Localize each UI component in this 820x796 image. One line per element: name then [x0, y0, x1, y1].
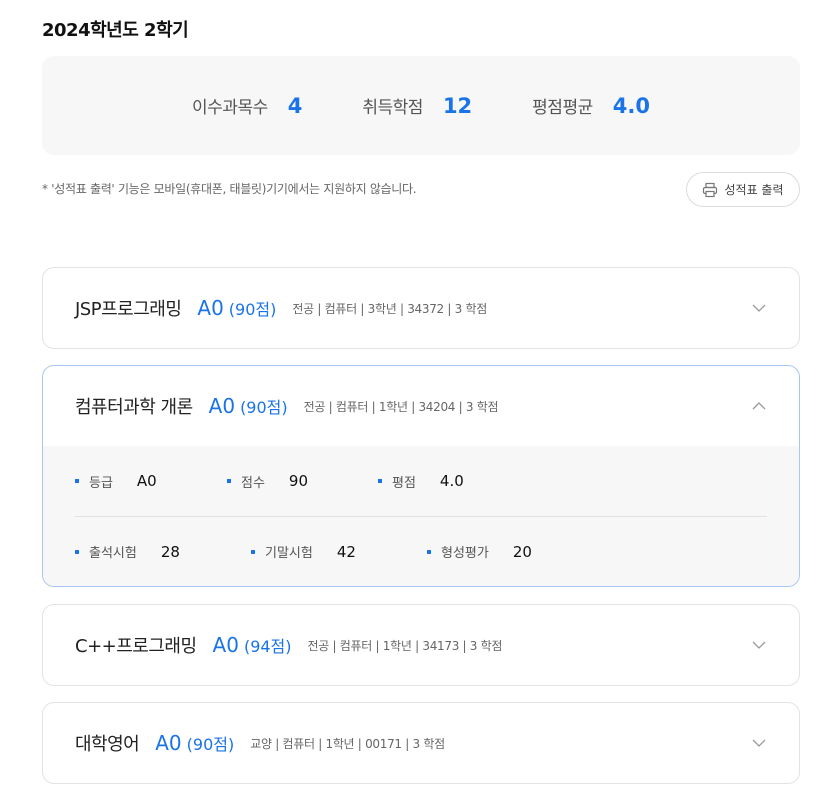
detail-label: 점수 [241, 475, 265, 491]
detail-value: 4.0 [439, 472, 464, 490]
course-meta: 전공 | 컴퓨터 | 1학년 | 34173 | 3 학점 [307, 638, 503, 653]
bullet-icon [251, 549, 255, 554]
bullet-icon [378, 479, 382, 483]
print-transcript-button[interactable]: 성적표 출력 [686, 172, 800, 207]
course-score: (90점) [240, 398, 288, 417]
course-name: 컴퓨터과학 개론 [75, 397, 193, 418]
course-grade: A0 [197, 296, 224, 320]
course-name: 대학영어 [75, 734, 140, 755]
bullet-icon [75, 549, 79, 554]
detail-value: 20 [512, 542, 532, 561]
course-name: C++프로그래밍 [75, 636, 197, 657]
course-meta: 전공 | 컴퓨터 | 1학년 | 34204 | 3 학점 [303, 399, 499, 414]
detail-row: 등급 A0 점수 90 평점 4.0 [75, 446, 767, 516]
detail-label: 등급 [89, 475, 113, 491]
detail-row: 출석시험 28 기말시험 42 형성평가 20 [75, 516, 767, 586]
bullet-icon [227, 479, 231, 483]
summary-panel: 이수과목수 4 취득학점 12 평점평균 4.0 [42, 56, 800, 155]
print-button-label: 성적표 출력 [724, 183, 784, 197]
detail-item-gpa: 평점 4.0 [378, 472, 464, 491]
chevron-down-icon[interactable] [751, 300, 767, 316]
detail-item-final-exam: 기말시험 42 [251, 542, 427, 561]
detail-item-score: 점수 90 [227, 472, 378, 491]
stat-value: 4 [287, 94, 303, 118]
stat-label: 이수과목수 [192, 98, 268, 118]
course-grade: A0 [155, 731, 182, 755]
detail-item-formative-assessment: 형성평가 20 [427, 542, 532, 561]
course-score: (90점) [228, 300, 277, 319]
mobile-notice: * '성적표 출력' 기능은 모바일(휴대폰, 태블릿)기기에서는 지원하지 않… [42, 182, 417, 196]
bullet-icon [427, 549, 431, 554]
course-card: 대학영어 A0 (90점) 교양 | 컴퓨터 | 1학년 | 00171 | 3… [42, 702, 800, 784]
stat-credits: 취득학점 12 [362, 93, 472, 118]
detail-label: 형성평가 [441, 546, 489, 561]
detail-value: 90 [288, 472, 309, 490]
course-card-header[interactable]: 대학영어 A0 (90점) 교양 | 컴퓨터 | 1학년 | 00171 | 3… [43, 703, 799, 783]
course-card: JSP프로그래밍 A0 (90점) 전공 | 컴퓨터 | 3학년 | 34372… [42, 267, 800, 349]
course-score: (90점) [186, 735, 235, 754]
chevron-down-icon[interactable] [751, 735, 767, 751]
detail-item-attendance-exam: 출석시험 28 [75, 542, 251, 561]
stat-value: 12 [442, 94, 473, 118]
course-meta: 교양 | 컴퓨터 | 1학년 | 00171 | 3 학점 [250, 736, 445, 751]
course-card-header[interactable]: 컴퓨터과학 개론 A0 (90점) 전공 | 컴퓨터 | 1학년 | 34204… [43, 366, 799, 446]
detail-value: 42 [336, 542, 356, 561]
stat-course-count: 이수과목수 4 [192, 93, 302, 118]
course-score: (94점) [243, 637, 292, 656]
course-detail-panel: 등급 A0 점수 90 평점 4.0 출석시험 28 기말시험 42 형성평가 … [43, 446, 799, 586]
chevron-up-icon[interactable] [751, 398, 767, 414]
detail-value: A0 [136, 472, 157, 490]
course-grade: A0 [208, 394, 236, 418]
printer-icon [703, 182, 718, 197]
stat-value: 4.0 [612, 94, 650, 118]
stat-label: 평점평균 [532, 98, 593, 118]
stat-gpa: 평점평균 4.0 [532, 93, 650, 118]
course-card-header[interactable]: C++프로그래밍 A0 (94점) 전공 | 컴퓨터 | 1학년 | 34173… [43, 605, 799, 685]
chevron-down-icon[interactable] [751, 637, 767, 653]
bullet-icon [75, 479, 79, 483]
detail-value: 28 [160, 542, 180, 561]
course-meta: 전공 | 컴퓨터 | 3학년 | 34372 | 3 학점 [292, 301, 487, 316]
course-grade: A0 [212, 633, 239, 657]
stat-label: 취득학점 [362, 98, 423, 118]
detail-label: 기말시험 [265, 546, 313, 561]
page-title: 2024학년도 2학기 [42, 20, 189, 41]
detail-label: 출석시험 [89, 546, 137, 561]
course-card-expanded: 컴퓨터과학 개론 A0 (90점) 전공 | 컴퓨터 | 1학년 | 34204… [42, 365, 800, 587]
course-name: JSP프로그래밍 [75, 299, 182, 320]
detail-item-grade: 등급 A0 [75, 472, 227, 491]
course-card-header[interactable]: JSP프로그래밍 A0 (90점) 전공 | 컴퓨터 | 3학년 | 34372… [43, 268, 799, 348]
course-card: C++프로그래밍 A0 (94점) 전공 | 컴퓨터 | 1학년 | 34173… [42, 604, 800, 686]
detail-label: 평점 [392, 475, 416, 491]
